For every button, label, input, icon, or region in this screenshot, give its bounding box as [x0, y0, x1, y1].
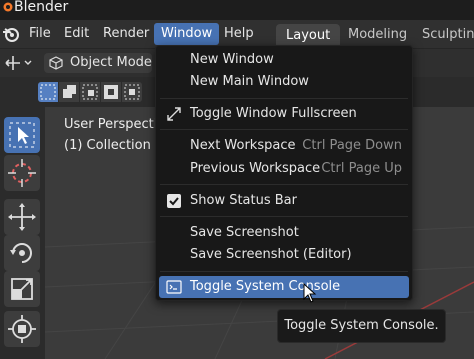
menu-separator — [160, 216, 408, 217]
cursor-icon — [8, 159, 36, 187]
move-icon — [8, 203, 36, 231]
menu-item-label: Toggle System Console — [190, 279, 341, 294]
app-logo-icon — [3, 2, 13, 12]
menu-separator — [160, 129, 408, 130]
window-menu-dropdown: New Window New Main Window Toggle Window… — [155, 45, 413, 301]
menu-item-previous-workspace[interactable]: Previous Workspace Ctrl Page Up — [156, 158, 412, 180]
select-box-tool[interactable] — [4, 117, 40, 153]
select-new-button[interactable] — [38, 82, 58, 102]
console-icon — [166, 280, 182, 294]
menu-item-new-window[interactable]: New Window — [156, 49, 412, 71]
menu-item-show-status-bar[interactable]: Show Status Bar — [156, 190, 412, 212]
blender-logo-icon[interactable] — [2, 25, 20, 43]
menu-item-new-main-window[interactable]: New Main Window — [156, 71, 412, 93]
menu-window[interactable]: Window — [154, 23, 220, 45]
menu-item-label: New Main Window — [190, 74, 309, 89]
menu-item-save-screenshot-editor[interactable]: Save Screenshot (Editor) — [156, 244, 412, 266]
select-extend-icon — [63, 85, 76, 98]
top-menu-bar: File Edit Render Window Help Layout Mode… — [0, 20, 474, 48]
scale-tool[interactable] — [4, 271, 40, 307]
object-mode-label: Object Mode — [70, 55, 152, 70]
menu-separator — [160, 98, 408, 99]
menu-item-label: Show Status Bar — [190, 193, 297, 208]
menu-item-shortcut: Ctrl Page Up — [321, 161, 402, 176]
rotate-icon — [10, 243, 32, 263]
menu-item-next-workspace[interactable]: Next Workspace Ctrl Page Down — [156, 135, 412, 157]
editor-type-selector[interactable] — [2, 53, 36, 73]
menu-item-shortcut: Ctrl Page Down — [302, 138, 402, 153]
menu-item-toggle-fullscreen[interactable]: Toggle Window Fullscreen — [156, 103, 412, 125]
select-box-icon — [9, 122, 35, 148]
checkbox-checked-icon[interactable] — [166, 193, 182, 209]
menu-item-save-screenshot[interactable]: Save Screenshot — [156, 222, 412, 244]
transform-tool[interactable] — [4, 311, 40, 347]
menu-render[interactable]: Render — [103, 25, 149, 43]
move-tool[interactable] — [4, 199, 40, 235]
menu-item-label: Toggle Window Fullscreen — [190, 106, 357, 121]
menu-item-toggle-system-console[interactable]: Toggle System Console — [159, 276, 409, 298]
collection-label: (1) Collection — [64, 138, 151, 153]
select-subtract-icon — [82, 84, 98, 100]
select-new-icon — [40, 84, 56, 100]
select-intersect-button[interactable] — [122, 82, 142, 102]
window-title: Blender — [14, 0, 69, 15]
mouse-pointer-icon — [303, 283, 317, 303]
menu-item-label: Save Screenshot (Editor) — [190, 247, 352, 262]
menu-item-label: Next Workspace — [190, 138, 296, 153]
menu-file[interactable]: File — [29, 25, 51, 43]
menu-separator — [160, 184, 408, 185]
select-intersect-icon — [124, 84, 140, 100]
tooltip: Toggle System Console. — [277, 309, 446, 343]
menu-help[interactable]: Help — [224, 25, 254, 43]
title-bar: Blender — [0, 0, 474, 20]
tab-modeling[interactable]: Modeling — [348, 25, 407, 45]
select-extend-button[interactable] — [59, 82, 79, 102]
menu-edit[interactable]: Edit — [64, 25, 89, 43]
rotate-tool[interactable] — [4, 235, 40, 271]
tab-sculpting[interactable]: Sculpting — [422, 25, 474, 45]
menu-item-label: New Window — [190, 52, 274, 67]
select-subtract-button[interactable] — [80, 82, 100, 102]
menu-separator — [160, 271, 408, 272]
menu-item-label: Save Screenshot — [190, 225, 299, 240]
transform-orientation-icon — [5, 56, 32, 70]
tool-shelf — [0, 107, 45, 359]
menu-item-label: Previous Workspace — [190, 161, 321, 176]
select-invert-button[interactable] — [101, 82, 121, 102]
cursor-tool[interactable] — [4, 155, 40, 191]
scale-icon — [11, 278, 33, 300]
select-invert-icon — [104, 85, 118, 99]
object-mode-dropdown[interactable]: Object Mode — [44, 53, 152, 73]
transform-icon — [8, 315, 36, 343]
fullscreen-icon — [167, 107, 181, 121]
cube-icon — [49, 56, 63, 70]
